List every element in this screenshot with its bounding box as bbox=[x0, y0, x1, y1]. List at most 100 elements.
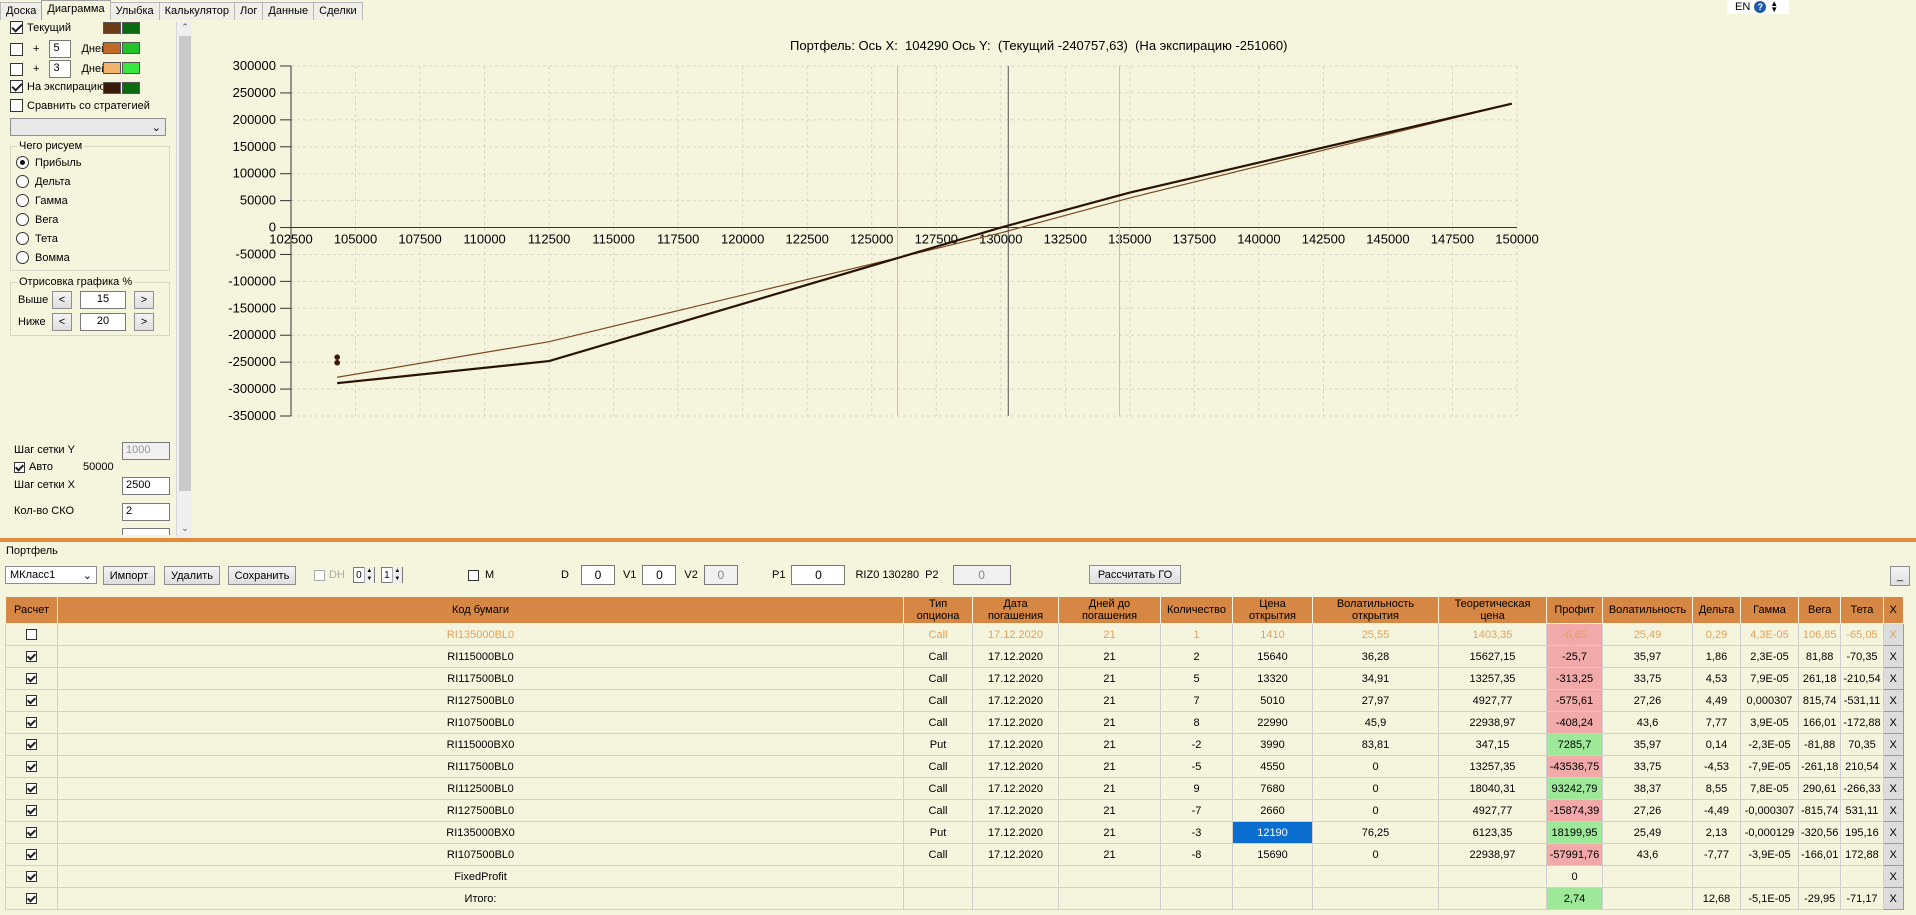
table-cell[interactable]: 7285,7 bbox=[1546, 733, 1603, 756]
table-cell[interactable]: 21 bbox=[1058, 777, 1161, 800]
delete-row-button[interactable]: X bbox=[1882, 821, 1904, 844]
table-cell[interactable]: -8 bbox=[1160, 843, 1233, 866]
table-row[interactable]: RI115000BL0 Call 17.12.2020 21 2 15640 36,28 15… bbox=[5, 645, 1904, 668]
table-cell[interactable]: 0 bbox=[1312, 777, 1439, 800]
calc-cell[interactable] bbox=[5, 623, 58, 646]
table-cell[interactable]: RI127500BL0 bbox=[57, 799, 904, 822]
table-cell[interactable]: 0 bbox=[1312, 843, 1439, 866]
table-cell[interactable]: Call bbox=[903, 667, 973, 690]
table-cell[interactable]: RI117500BL0 bbox=[57, 755, 904, 778]
table-cell[interactable]: 27,97 bbox=[1312, 689, 1439, 712]
column-header[interactable]: Количество bbox=[1160, 596, 1233, 624]
calc-checkbox[interactable] bbox=[26, 695, 37, 706]
table-cell[interactable] bbox=[903, 887, 973, 910]
table-cell[interactable]: 34,91 bbox=[1312, 667, 1439, 690]
table-cell[interactable]: -70,35 bbox=[1840, 645, 1884, 668]
table-cell[interactable]: 38,37 bbox=[1602, 777, 1693, 800]
table-cell[interactable]: 1 bbox=[1160, 623, 1233, 646]
table-cell[interactable]: -0,000307 bbox=[1740, 799, 1799, 822]
table-cell[interactable]: -29,95 bbox=[1797, 887, 1842, 910]
calc-checkbox[interactable] bbox=[26, 761, 37, 772]
table-row[interactable]: RI107500BL0 Call 17.12.2020 21 8 22990 45,9 229… bbox=[5, 711, 1904, 734]
table-cell[interactable]: 70,35 bbox=[1840, 733, 1884, 756]
table-cell[interactable]: 15690 bbox=[1232, 843, 1313, 866]
table-cell[interactable] bbox=[1740, 865, 1799, 888]
table-cell[interactable]: 5010 bbox=[1232, 689, 1313, 712]
table-cell[interactable]: 7680 bbox=[1232, 777, 1313, 800]
calc-cell[interactable] bbox=[5, 645, 58, 668]
table-cell[interactable]: 1403,35 bbox=[1438, 623, 1547, 646]
table-cell[interactable]: -7 bbox=[1160, 799, 1233, 822]
table-cell[interactable]: -65,05 bbox=[1840, 623, 1884, 646]
table-cell[interactable]: 2,3E-05 bbox=[1740, 645, 1799, 668]
column-header[interactable]: Вега bbox=[1797, 596, 1842, 624]
table-cell[interactable]: 3,9E-05 bbox=[1740, 711, 1799, 734]
table-cell[interactable]: 17.12.2020 bbox=[972, 689, 1059, 712]
column-header[interactable]: Профит bbox=[1546, 596, 1603, 624]
table-cell[interactable]: RI117500BL0 bbox=[57, 667, 904, 690]
calc-cell[interactable] bbox=[5, 711, 58, 734]
calc-checkbox[interactable] bbox=[26, 849, 37, 860]
calc-cell[interactable] bbox=[5, 887, 58, 910]
table-cell[interactable]: RI115000BX0 bbox=[57, 733, 904, 756]
table-cell[interactable]: Call bbox=[903, 777, 973, 800]
table-cell[interactable]: Call bbox=[903, 623, 973, 646]
import-button[interactable]: Импорт bbox=[103, 566, 155, 585]
table-cell[interactable]: -7,77 bbox=[1692, 843, 1741, 866]
table-cell[interactable]: 17.12.2020 bbox=[972, 799, 1059, 822]
calc-checkbox[interactable] bbox=[26, 783, 37, 794]
table-cell[interactable]: 12190 bbox=[1232, 821, 1313, 844]
table-cell[interactable]: 6123,35 bbox=[1438, 821, 1547, 844]
table-cell[interactable] bbox=[1602, 887, 1693, 910]
table-cell[interactable]: 13257,35 bbox=[1438, 667, 1547, 690]
table-cell[interactable]: 21 bbox=[1058, 689, 1161, 712]
calc-checkbox[interactable] bbox=[26, 673, 37, 684]
calc-cell[interactable] bbox=[5, 755, 58, 778]
table-cell[interactable]: RI135000BX0 bbox=[57, 821, 904, 844]
column-header[interactable]: X bbox=[1882, 596, 1904, 624]
table-cell[interactable] bbox=[1797, 865, 1842, 888]
calc-checkbox[interactable] bbox=[26, 651, 37, 662]
table-cell[interactable]: 35,97 bbox=[1602, 645, 1693, 668]
delete-row-button[interactable]: X bbox=[1882, 865, 1904, 888]
table-cell[interactable]: -5 bbox=[1160, 755, 1233, 778]
table-cell[interactable]: 17.12.2020 bbox=[972, 733, 1059, 756]
table-cell[interactable]: 7,9E-05 bbox=[1740, 667, 1799, 690]
table-cell[interactable]: -408,24 bbox=[1546, 711, 1603, 734]
table-cell[interactable]: 27,26 bbox=[1602, 689, 1693, 712]
table-cell[interactable] bbox=[1312, 865, 1439, 888]
column-header[interactable]: Расчет bbox=[5, 596, 58, 624]
table-cell[interactable] bbox=[1602, 865, 1693, 888]
table-cell[interactable]: 83,81 bbox=[1312, 733, 1439, 756]
table-cell[interactable]: 7 bbox=[1160, 689, 1233, 712]
v1-input[interactable]: 0 bbox=[642, 565, 677, 585]
class-combo[interactable]: МКласс1 ⌄ bbox=[5, 566, 97, 584]
table-cell[interactable]: RI107500BL0 bbox=[57, 843, 904, 866]
column-header[interactable]: Дата погашения bbox=[972, 596, 1059, 624]
calc-checkbox[interactable] bbox=[26, 827, 37, 838]
table-cell[interactable]: 2 bbox=[1160, 645, 1233, 668]
delete-row-button[interactable]: X bbox=[1882, 623, 1904, 646]
table-cell[interactable] bbox=[1840, 865, 1884, 888]
table-row[interactable]: RI135000BX0 Put 17.12.2020 21 -3 12190 76,25 61… bbox=[5, 821, 1904, 844]
table-cell[interactable]: 1,86 bbox=[1692, 645, 1741, 668]
table-cell[interactable]: 43,6 bbox=[1602, 843, 1693, 866]
column-header[interactable]: Тип опциона bbox=[903, 596, 973, 624]
table-cell[interactable] bbox=[972, 865, 1059, 888]
table-cell[interactable] bbox=[972, 887, 1059, 910]
table-cell[interactable]: 21 bbox=[1058, 667, 1161, 690]
delete-row-button[interactable]: X bbox=[1882, 645, 1904, 668]
table-cell[interactable]: -5,1E-05 bbox=[1740, 887, 1799, 910]
table-cell[interactable]: Итого: bbox=[57, 887, 904, 910]
column-header[interactable]: Дней до погашения bbox=[1058, 596, 1161, 624]
table-cell[interactable]: 21 bbox=[1058, 733, 1161, 756]
table-cell[interactable]: 1410 bbox=[1232, 623, 1313, 646]
table-cell[interactable] bbox=[1160, 887, 1233, 910]
calc-checkbox[interactable] bbox=[26, 805, 37, 816]
table-row[interactable]: FixedProfit 0 X bbox=[5, 865, 1904, 888]
table-cell[interactable]: -25,7 bbox=[1546, 645, 1603, 668]
table-cell[interactable]: 8,55 bbox=[1692, 777, 1741, 800]
table-cell[interactable]: 2660 bbox=[1232, 799, 1313, 822]
table-cell[interactable]: 15627,15 bbox=[1438, 645, 1547, 668]
column-header[interactable]: Теоретическая цена bbox=[1438, 596, 1547, 624]
